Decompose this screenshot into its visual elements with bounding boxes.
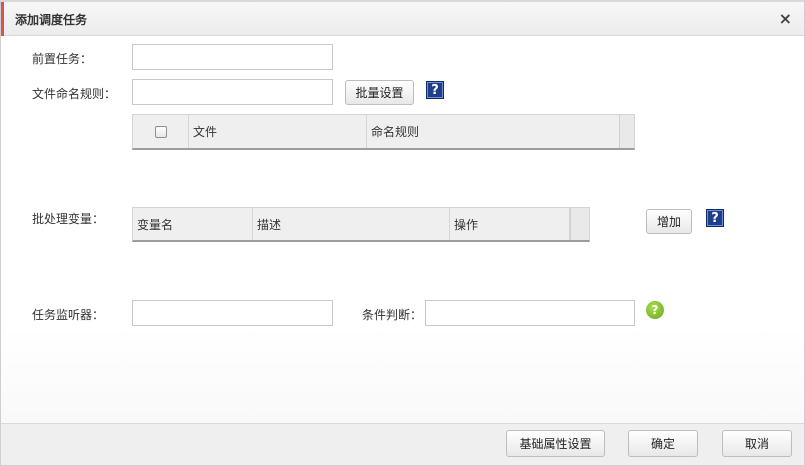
select-all-cell bbox=[133, 115, 189, 148]
basic-properties-button[interactable]: 基础属性设置 bbox=[506, 430, 605, 457]
predecessor-label: 前置任务： bbox=[32, 52, 93, 66]
condition-help-icon[interactable]: ? bbox=[646, 301, 664, 319]
ok-button[interactable]: 确定 bbox=[628, 430, 698, 457]
cancel-button[interactable]: 取消 bbox=[722, 430, 792, 457]
naming-rule-input[interactable] bbox=[132, 79, 333, 105]
naming-rule-label: 文件命名规则： bbox=[32, 87, 117, 101]
var-name-column-header[interactable]: 变量名 bbox=[133, 208, 253, 240]
variable-help-icon[interactable]: ? bbox=[706, 209, 724, 227]
add-variable-button[interactable]: 增加 bbox=[646, 209, 692, 234]
naming-help-icon[interactable]: ? bbox=[426, 81, 444, 99]
title-accent-bar bbox=[1, 2, 4, 36]
listener-label: 任务监听器： bbox=[32, 308, 105, 322]
file-table-header: 文件 命名规则 bbox=[132, 114, 635, 150]
action-column-header[interactable]: 操作 bbox=[450, 208, 570, 240]
var-table-header: 变量名 描述 操作 bbox=[132, 207, 590, 242]
dialog-footer: 基础属性设置 确定 取消 bbox=[1, 423, 804, 465]
naming-rule-column-header[interactable]: 命名规则 bbox=[367, 115, 620, 148]
condition-input[interactable] bbox=[425, 300, 635, 326]
predecessor-input[interactable] bbox=[132, 44, 333, 70]
select-all-checkbox[interactable] bbox=[154, 125, 167, 138]
close-icon[interactable]: × bbox=[779, 9, 792, 28]
dialog-title: 添加调度任务 bbox=[15, 13, 88, 27]
batch-var-label: 批处理变量： bbox=[32, 212, 105, 226]
file-column-header[interactable]: 文件 bbox=[189, 115, 367, 148]
condition-label: 条件判断： bbox=[362, 308, 423, 322]
add-schedule-task-dialog: 添加调度任务 × 前置任务： 文件命名规则： 批量设置 ? 文件 命名规则 批处… bbox=[0, 0, 805, 466]
listener-input[interactable] bbox=[132, 300, 333, 326]
var-table-scrollbar[interactable] bbox=[570, 208, 589, 240]
dialog-titlebar: 添加调度任务 × bbox=[1, 2, 804, 36]
file-table-scrollbar[interactable] bbox=[619, 115, 634, 148]
description-column-header[interactable]: 描述 bbox=[253, 208, 450, 240]
batch-set-button[interactable]: 批量设置 bbox=[345, 80, 414, 105]
